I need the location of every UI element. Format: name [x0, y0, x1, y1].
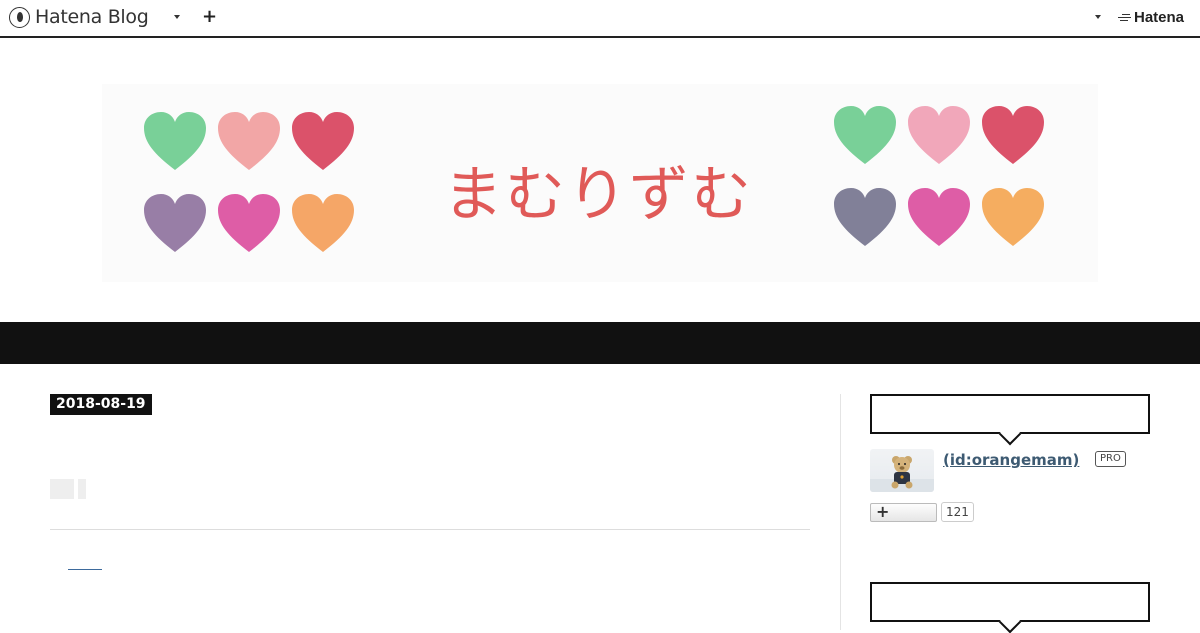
pro-badge: PRO [1095, 451, 1126, 467]
content-sidebar-divider [840, 394, 841, 630]
blog-title[interactable]: まむりずむ [443, 146, 753, 233]
profile-username-link[interactable]: (id:orangemam) [943, 451, 1079, 469]
hatena-home-link[interactable]: Hatena [1118, 9, 1184, 26]
heart-icon-right-5 [908, 188, 970, 246]
hatena-label: Hatena [1134, 9, 1185, 26]
follow-button[interactable]: + [870, 502, 937, 522]
teddy-bear-avatar-icon [870, 456, 934, 492]
heart-icon-left-3 [292, 112, 354, 170]
top-bar: Hatena Blog + Hatena [0, 0, 1200, 38]
article-divider [50, 529, 810, 530]
sidebar-section-heading [870, 582, 1150, 633]
article-title-placeholder-small [78, 479, 86, 499]
heart-icon-left-4 [144, 194, 206, 252]
heart-icon-right-3 [982, 106, 1044, 164]
new-post-plus-button[interactable]: + [202, 7, 217, 27]
brand-name: Hatena Blog [35, 6, 149, 28]
global-navigation-bar [0, 322, 1200, 364]
heart-icon-left-2 [218, 112, 280, 170]
reader-count[interactable]: 121 [941, 502, 974, 522]
heart-icon-left-6 [292, 194, 354, 252]
heart-icon-right-2 [908, 106, 970, 164]
heading-notch [998, 422, 1022, 446]
heart-icon-right-6 [982, 188, 1044, 246]
heart-icon-right-4 [834, 188, 896, 246]
heart-icon-right-1 [834, 106, 896, 164]
avatar[interactable] [870, 449, 934, 492]
article-date[interactable]: 2018-08-19 [50, 394, 152, 415]
sidebar-profile-heading [870, 394, 1150, 446]
hatena-blog-logo[interactable]: Hatena Blog [9, 6, 149, 28]
article-link[interactable] [68, 569, 102, 570]
brand-menu-chevron-down-icon[interactable] [174, 15, 180, 19]
plus-icon: + [876, 502, 890, 521]
article-title-placeholder [50, 479, 74, 499]
hatena-logo-icon [1118, 13, 1131, 23]
account-menu-chevron-down-icon[interactable] [1095, 15, 1101, 19]
heart-icon-left-5 [218, 194, 280, 252]
heart-icon-left-1 [144, 112, 206, 170]
hatena-blog-icon [9, 6, 30, 28]
